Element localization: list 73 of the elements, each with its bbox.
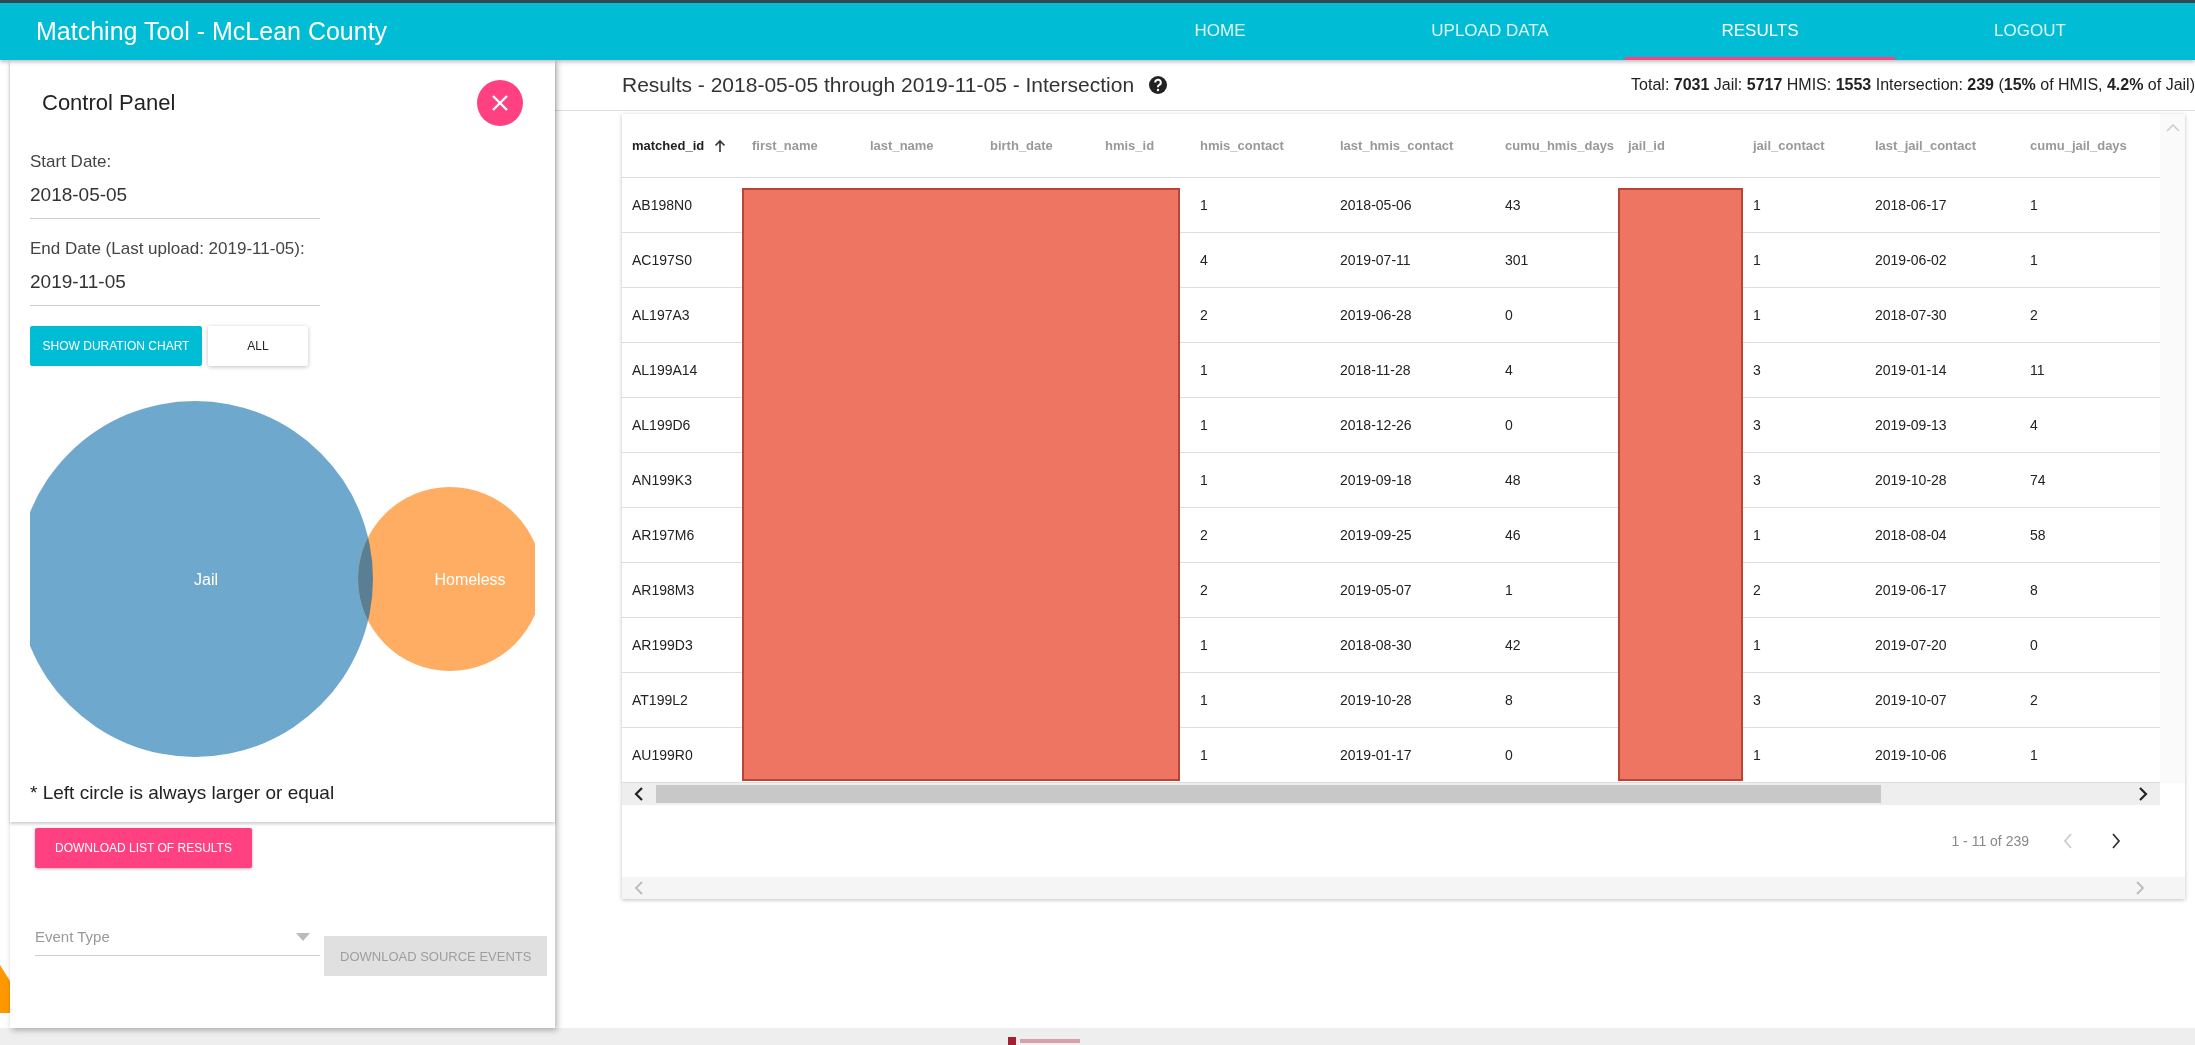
app-title: Matching Tool - McLean County [36,17,389,46]
table-cell: 1 [1190,453,1330,508]
table-cell: 1 [1190,178,1330,233]
table-cell: 2018-07-30 [1865,288,2020,343]
table-cell: 2019-01-14 [1865,343,2020,398]
column-header[interactable]: last_name [860,114,980,178]
close-button[interactable] [477,80,523,126]
horizontal-scrollbar[interactable] [622,783,2160,805]
panel-title: Control Panel [41,90,176,116]
table-cell: 2019-07-11 [1330,233,1495,288]
table-cell: 2019-10-28 [1330,673,1495,728]
field-label: Start Date: [30,152,113,172]
column-header[interactable]: birth_date [980,114,1095,178]
sort-arrow-icon [714,138,727,153]
help-icon[interactable] [1148,75,1169,95]
table-cell: 2019-10-07 [1865,673,2020,728]
table-cell: 2018-08-30 [1330,618,1495,673]
note-text: * Left circle is always larger or equal [30,782,336,804]
table-cell: 2019-09-13 [1865,398,2020,453]
column-header[interactable]: cumu_hmis_days [1495,114,1618,178]
chevron-left-icon [2063,833,2073,849]
table-cell: 2018-12-26 [1330,398,1495,453]
nav-tab[interactable]: UPLOAD DATA [1355,3,1625,60]
date-field[interactable]: 2019-11-05 [30,271,320,306]
scroll-up-icon[interactable] [2165,124,2180,132]
table-cell: 2 [1190,288,1330,343]
column-header[interactable]: hmis_contact [1190,114,1330,178]
summary-stats: Total: 7031 Jail: 5717 HMIS: 1553 Intersection: 239 (15% of HMIS, 4.2% of Jail) [1631,76,2195,94]
chevron-right-icon [2111,833,2121,849]
table-cell: 2018-05-06 [1330,178,1495,233]
column-header[interactable]: hmis_id [1095,114,1190,178]
nav-tab[interactable]: HOME [1085,3,1355,60]
column-header[interactable]: jail_contact [1743,114,1865,178]
table-cell: 2018-11-28 [1330,343,1495,398]
column-header[interactable]: last_hmis_contact [1330,114,1495,178]
table-cell: 2018-06-17 [1865,178,2020,233]
toggle-button[interactable]: ALL [208,326,308,366]
venn-label: Homeless [434,571,506,588]
column-header[interactable]: jail_id [1618,114,1743,178]
table-cell: 2019-05-07 [1330,563,1495,618]
toggle-button[interactable]: SHOW DURATION CHART [30,326,202,366]
table-cell: 2 [1190,508,1330,563]
column-header[interactable]: matched_id [622,114,742,178]
nav-tab[interactable]: LOGOUT [1895,3,2165,60]
column-header[interactable]: last_jail_contact [1865,114,2020,178]
results-title: Results - 2018-05-05 through 2019-11-05 - Intersection [622,73,1135,97]
table-cell: 2019-10-28 [1865,453,2020,508]
date-field[interactable]: 2018-05-05 [30,184,320,219]
dropdown-caret-icon [296,932,310,941]
column-header[interactable]: first_name [742,114,860,178]
event-type-dropdown[interactable]: Event Type [35,928,320,956]
venn-label: Jail [194,571,218,588]
table-cell: 1 [1190,343,1330,398]
download-button[interactable]: DOWNLOAD LIST OF RESULTS [35,828,252,868]
table-cell: 2019-06-02 [1865,233,2020,288]
scroll-left-icon[interactable] [634,787,644,801]
nav-tab[interactable]: RESULTS [1625,3,1895,60]
table-cell: 1 [1190,618,1330,673]
table-cell: 2019-06-17 [1865,563,2020,618]
page-count: 1 - 11 of 239 [1951,833,2029,849]
table-cell: 1 [1190,673,1330,728]
table-cell: 1 [1190,398,1330,453]
close-icon [491,94,509,112]
table-cell: 4 [1190,233,1330,288]
table-cell: 2018-08-04 [1865,508,2020,563]
side-tab-icon[interactable] [0,965,10,1013]
field-label: End Date (Last upload: 2019-11-05): [30,239,306,259]
table-cell: 2019-09-25 [1330,508,1495,563]
table-cell: 2019-09-18 [1330,453,1495,508]
scroll-right-icon[interactable] [2138,787,2148,801]
table-cell: 2019-07-20 [1865,618,2020,673]
table-cell: 2 [1190,563,1330,618]
table-cell: 2019-06-28 [1330,288,1495,343]
